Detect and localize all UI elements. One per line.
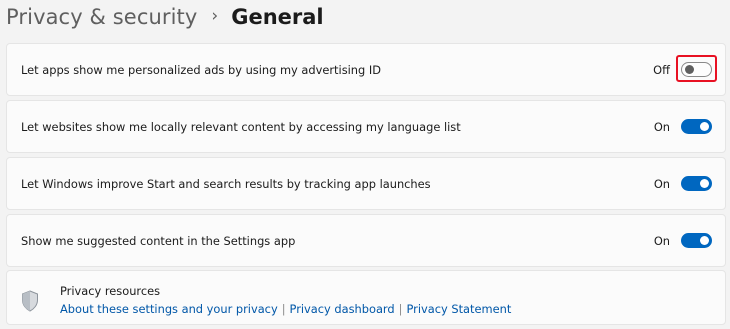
privacy-statement-link[interactable]: Privacy Statement — [407, 302, 512, 316]
breadcrumb-separator: › — [211, 6, 219, 26]
suggested-content-toggle-wrapper — [681, 233, 712, 248]
page-title: General — [231, 5, 324, 29]
toggle-state-text: Off — [653, 62, 670, 77]
setting-label: Let websites show me locally relevant co… — [21, 119, 461, 134]
setting-card-app-launches: Let Windows improve Start and search res… — [6, 157, 726, 210]
language-list-toggle-wrapper — [681, 119, 712, 134]
setting-card-language-list: Let websites show me locally relevant co… — [6, 100, 726, 153]
toggle-state-text: On — [653, 233, 670, 248]
link-divider: | — [398, 302, 403, 316]
advertising-id-toggle-wrapper — [676, 55, 717, 82]
language-list-toggle[interactable] — [681, 119, 712, 134]
privacy-resources-card: Privacy resources About these settings a… — [6, 270, 726, 325]
privacy-resources-text: Privacy resources About these settings a… — [60, 283, 511, 316]
shield-icon — [22, 290, 38, 312]
toggle-state-text: On — [653, 176, 670, 191]
breadcrumb: Privacy & security › General — [6, 2, 324, 32]
setting-card-suggested-content: Show me suggested content in the Setting… — [6, 214, 726, 267]
link-divider: | — [281, 302, 286, 316]
toggle-knob — [700, 179, 709, 188]
toggle-knob — [700, 236, 709, 245]
privacy-resources-links: About these settings and your privacy | Pr… — [60, 302, 511, 316]
suggested-content-toggle[interactable] — [681, 233, 712, 248]
app-launches-toggle-wrapper — [681, 176, 712, 191]
app-launches-toggle[interactable] — [681, 176, 712, 191]
toggle-knob — [700, 122, 709, 131]
highlight-box — [676, 55, 717, 82]
privacy-dashboard-link[interactable]: Privacy dashboard — [290, 302, 395, 316]
setting-label: Let Windows improve Start and search res… — [21, 176, 431, 191]
privacy-resources-title: Privacy resources — [60, 284, 161, 298]
setting-label: Show me suggested content in the Setting… — [21, 233, 296, 248]
breadcrumb-parent[interactable]: Privacy & security — [6, 5, 197, 29]
setting-card-advertising-id: Let apps show me personalized ads by usi… — [6, 43, 726, 96]
about-settings-link[interactable]: About these settings and your privacy — [60, 302, 278, 316]
toggle-state-text: On — [653, 119, 670, 134]
setting-label: Let apps show me personalized ads by usi… — [21, 62, 381, 77]
